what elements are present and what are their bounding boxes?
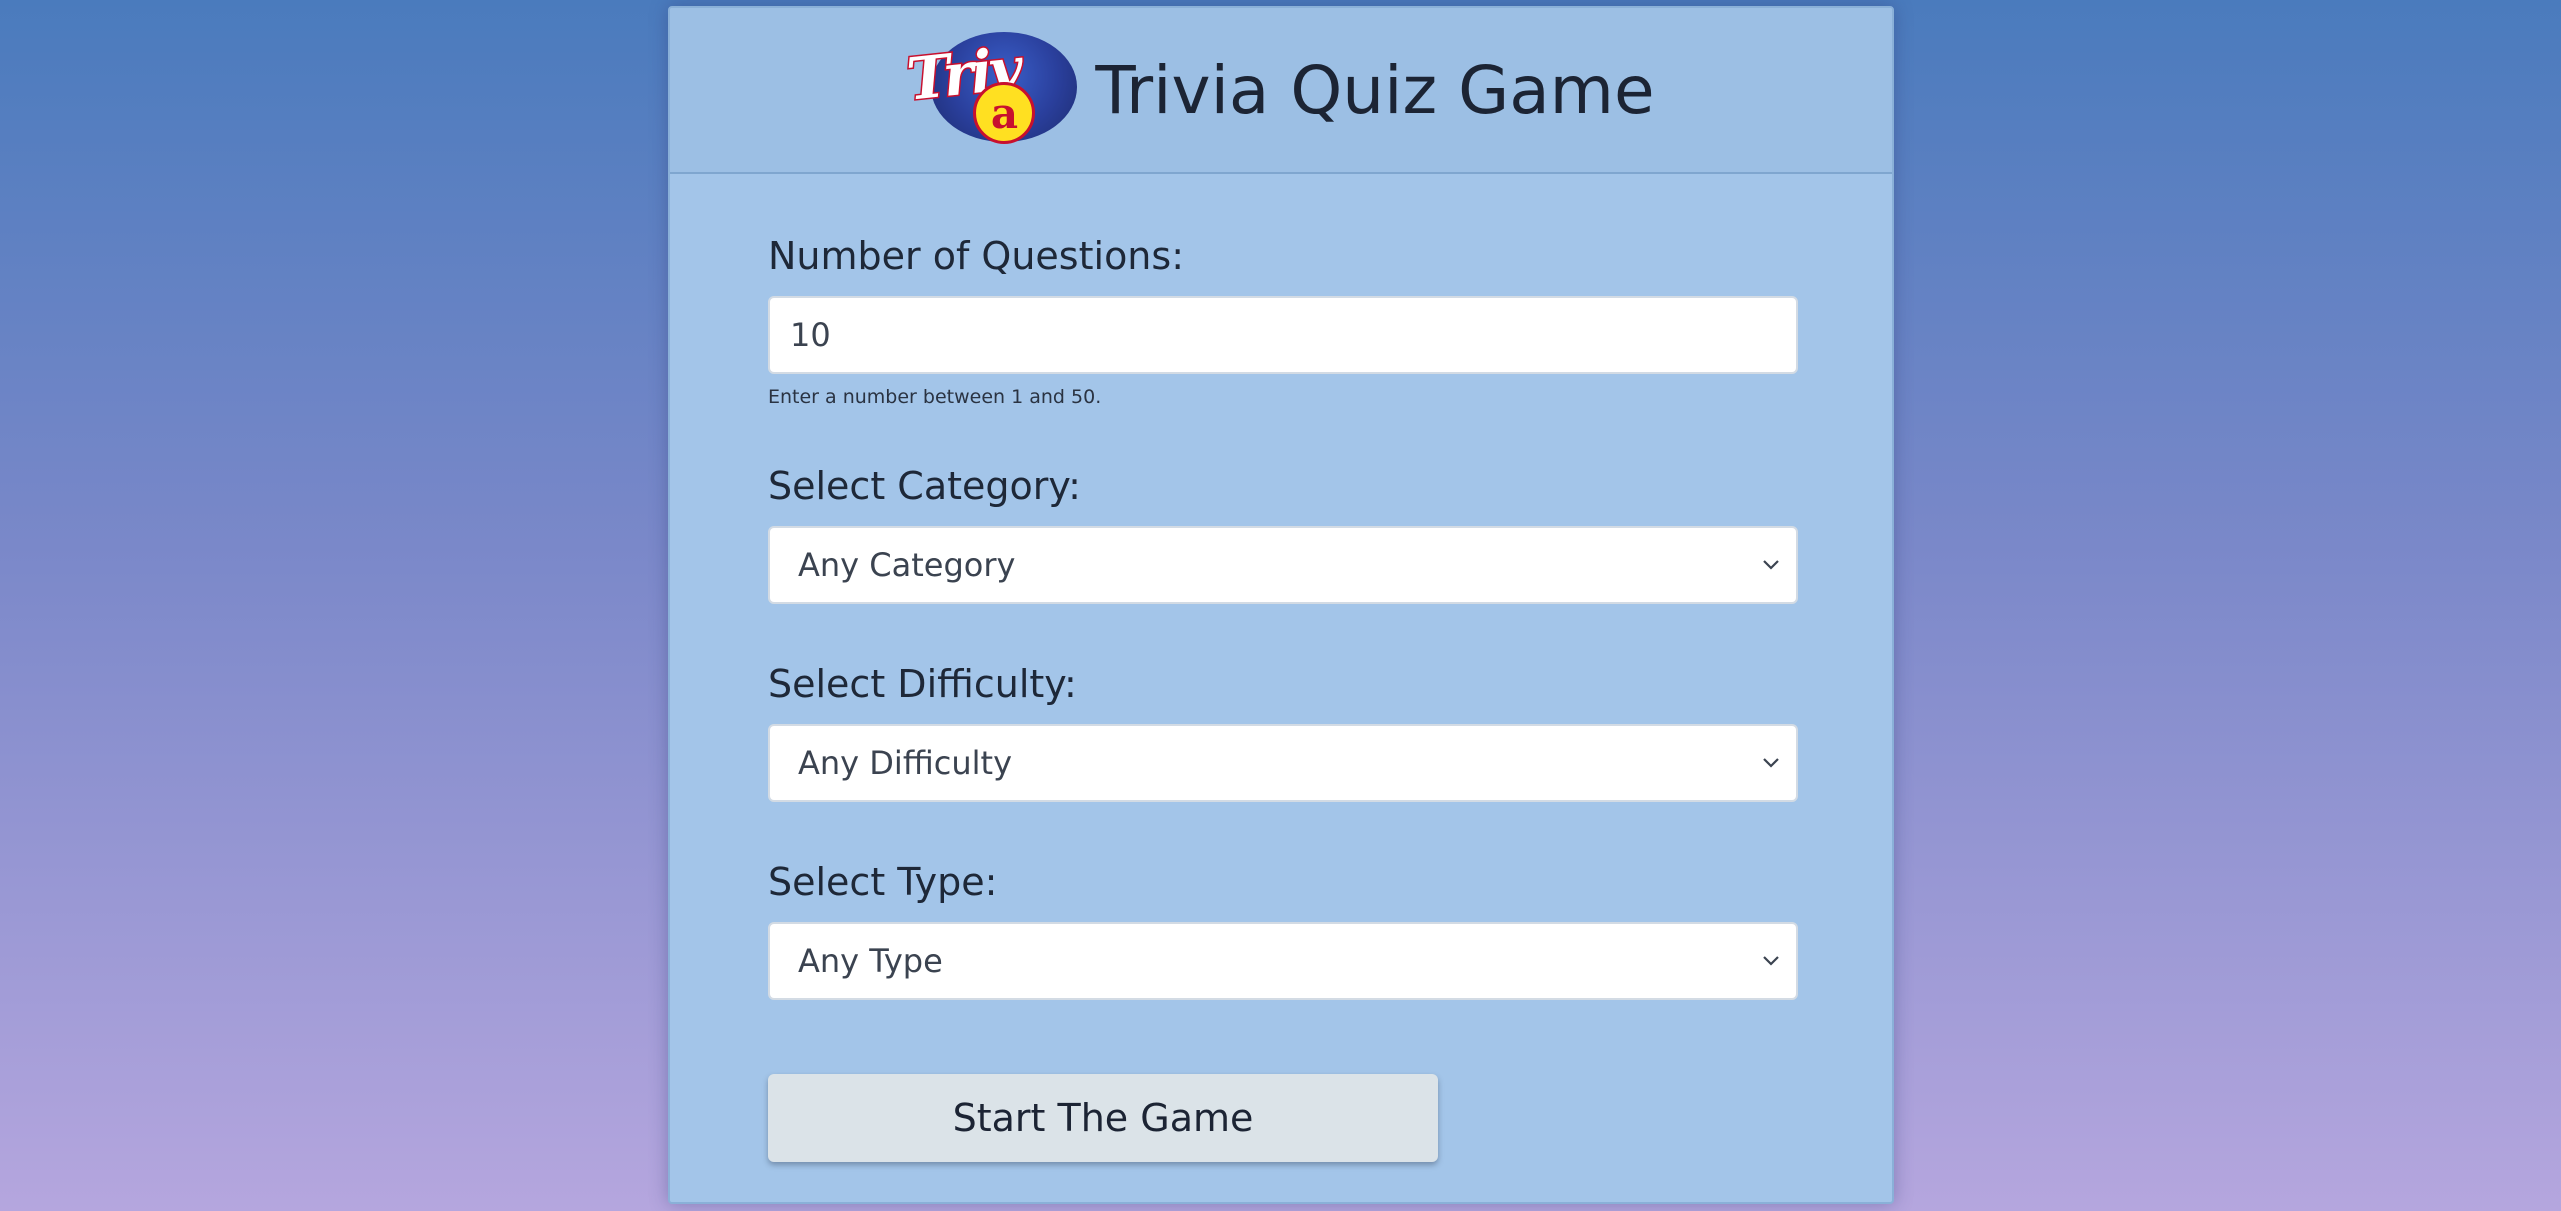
difficulty-label: Select Difficulty: [768, 662, 1077, 706]
chevron-down-icon [1760, 554, 1782, 576]
questions-label: Number of Questions: [768, 234, 1184, 278]
logo-letter: a [973, 82, 1036, 144]
start-game-button[interactable]: Start The Game [768, 1074, 1438, 1162]
trivia-logo-icon: Triv a [903, 30, 1078, 150]
questions-value: 10 [790, 316, 831, 354]
category-selected-value: Any Category [798, 546, 1016, 584]
type-selected-value: Any Type [798, 942, 943, 980]
chevron-down-icon [1760, 752, 1782, 774]
chevron-down-icon [1760, 950, 1782, 972]
card-header: Triv a Trivia Quiz Game [670, 8, 1892, 174]
category-select[interactable]: Any Category [768, 526, 1798, 604]
difficulty-selected-value: Any Difficulty [798, 744, 1012, 782]
quiz-settings-form: Number of Questions: 10 Enter a number b… [768, 234, 1798, 1058]
questions-group: Number of Questions: 10 Enter a number b… [768, 234, 1798, 420]
type-select[interactable]: Any Type [768, 922, 1798, 1000]
type-label: Select Type: [768, 860, 998, 904]
category-group: Select Category: Any Category [768, 464, 1798, 662]
questions-help-text: Enter a number between 1 and 50. [768, 386, 1102, 408]
difficulty-group: Select Difficulty: Any Difficulty [768, 662, 1798, 860]
difficulty-select[interactable]: Any Difficulty [768, 724, 1798, 802]
quiz-card: Triv a Trivia Quiz Game Number of Questi… [668, 6, 1894, 1204]
category-label: Select Category: [768, 464, 1081, 508]
page-title: Trivia Quiz Game [1095, 51, 1655, 129]
type-group: Select Type: Any Type [768, 860, 1798, 1058]
questions-input[interactable]: 10 [768, 296, 1798, 374]
